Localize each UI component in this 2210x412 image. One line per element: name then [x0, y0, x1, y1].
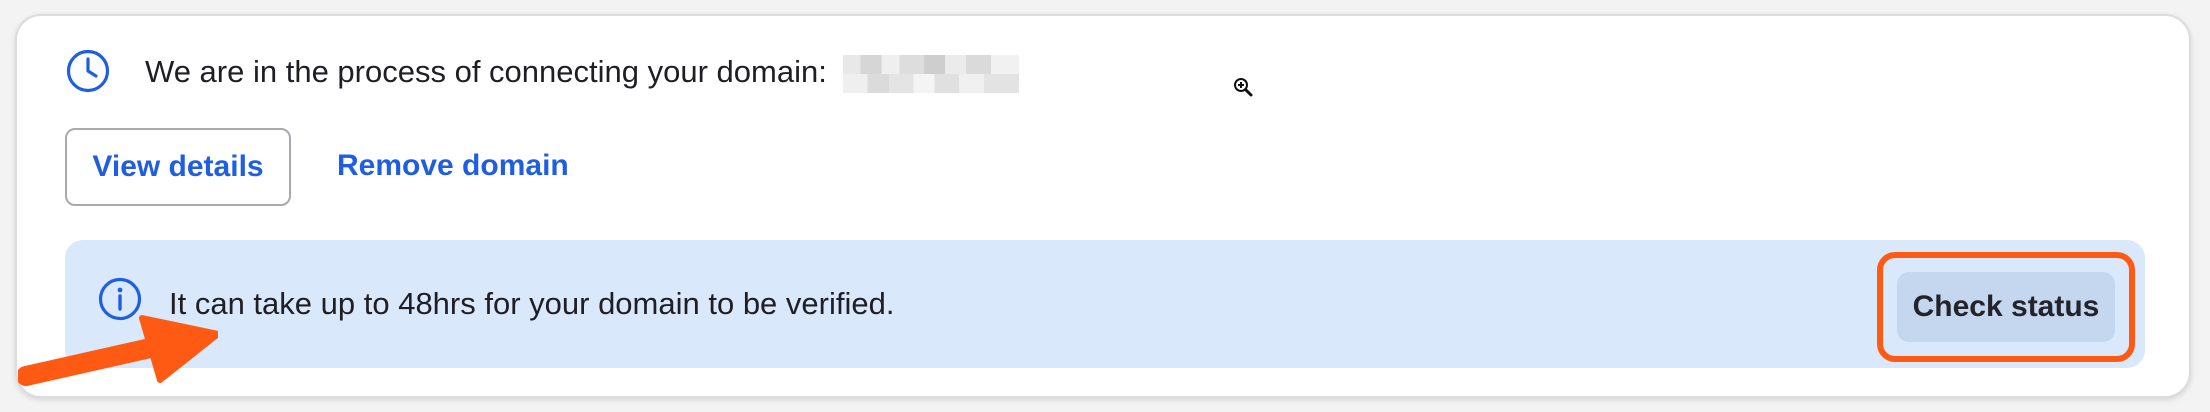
view-details-button[interactable]: View details	[65, 128, 291, 206]
zoom-in-cursor-icon	[1234, 78, 1253, 97]
redacted-domain-name	[843, 54, 1020, 93]
clock-icon	[66, 49, 110, 93]
verification-info-banner: It can take up to 48hrs for your domain …	[65, 240, 2145, 368]
page: We are in the process of connecting your…	[0, 0, 2210, 412]
pending-status-row: We are in the process of connecting your…	[145, 52, 1020, 93]
domain-status-card: We are in the process of connecting your…	[15, 14, 2191, 398]
arrow-annotation-icon	[18, 315, 218, 386]
remove-domain-link[interactable]: Remove domain	[337, 146, 569, 186]
check-status-button[interactable]: Check status	[1897, 272, 2115, 342]
verification-info-text: It can take up to 48hrs for your domain …	[169, 286, 895, 321]
pending-status-text: We are in the process of connecting your…	[145, 54, 827, 89]
